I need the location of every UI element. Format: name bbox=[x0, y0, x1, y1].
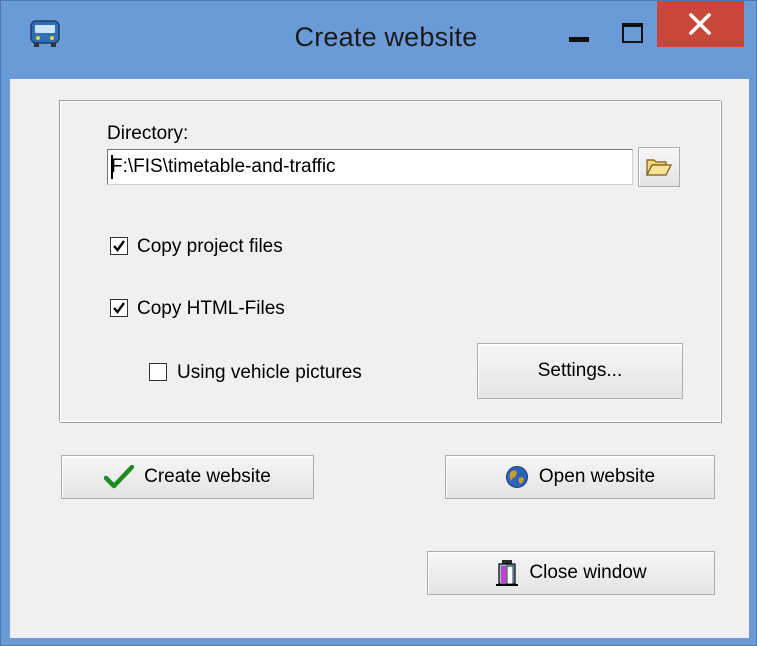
close-window-label: Close window bbox=[529, 562, 647, 583]
create-website-label: Create website bbox=[144, 466, 271, 487]
copy-html-files-checkbox[interactable] bbox=[110, 299, 128, 317]
copy-html-files-label[interactable]: Copy HTML-Files bbox=[137, 298, 285, 320]
close-window-button[interactable]: Close window bbox=[427, 551, 715, 595]
close-icon bbox=[689, 13, 711, 35]
close-button[interactable] bbox=[657, 1, 744, 47]
browse-folder-button[interactable] bbox=[638, 147, 680, 187]
door-exit-icon bbox=[496, 560, 519, 586]
copy-project-files-checkbox[interactable] bbox=[110, 237, 128, 255]
open-website-button[interactable]: Open website bbox=[445, 455, 715, 499]
minimize-button[interactable] bbox=[551, 9, 607, 57]
minimize-icon bbox=[569, 37, 589, 42]
using-vehicle-pictures-checkbox[interactable] bbox=[149, 363, 167, 381]
directory-label: Directory: bbox=[107, 123, 189, 144]
create-website-button[interactable]: Create website bbox=[61, 455, 314, 499]
create-website-window: Create website Directory: F:\FIS\timetab… bbox=[0, 0, 757, 646]
open-website-label: Open website bbox=[538, 466, 656, 487]
checkmark-icon bbox=[113, 240, 125, 252]
folder-open-icon bbox=[646, 159, 672, 176]
using-vehicle-pictures-label[interactable]: Using vehicle pictures bbox=[177, 362, 362, 384]
globe-icon bbox=[505, 466, 528, 488]
title-bar[interactable]: Create website bbox=[1, 1, 756, 79]
checkmark-icon bbox=[113, 302, 125, 314]
directory-value: F:\FIS\timetable-and-traffic bbox=[111, 156, 336, 177]
checkmark-icon bbox=[104, 465, 135, 489]
directory-input[interactable]: F:\FIS\timetable-and-traffic bbox=[107, 149, 633, 185]
maximize-icon bbox=[622, 23, 643, 43]
copy-project-files-label[interactable]: Copy project files bbox=[137, 236, 283, 258]
dialog-client-area: Directory: F:\FIS\timetable-and-traffic … bbox=[10, 79, 749, 638]
settings-button[interactable]: Settings... bbox=[477, 343, 683, 399]
settings-button-label: Settings... bbox=[537, 360, 623, 381]
maximize-button[interactable] bbox=[607, 9, 657, 57]
options-group: Directory: F:\FIS\timetable-and-traffic … bbox=[59, 100, 721, 422]
